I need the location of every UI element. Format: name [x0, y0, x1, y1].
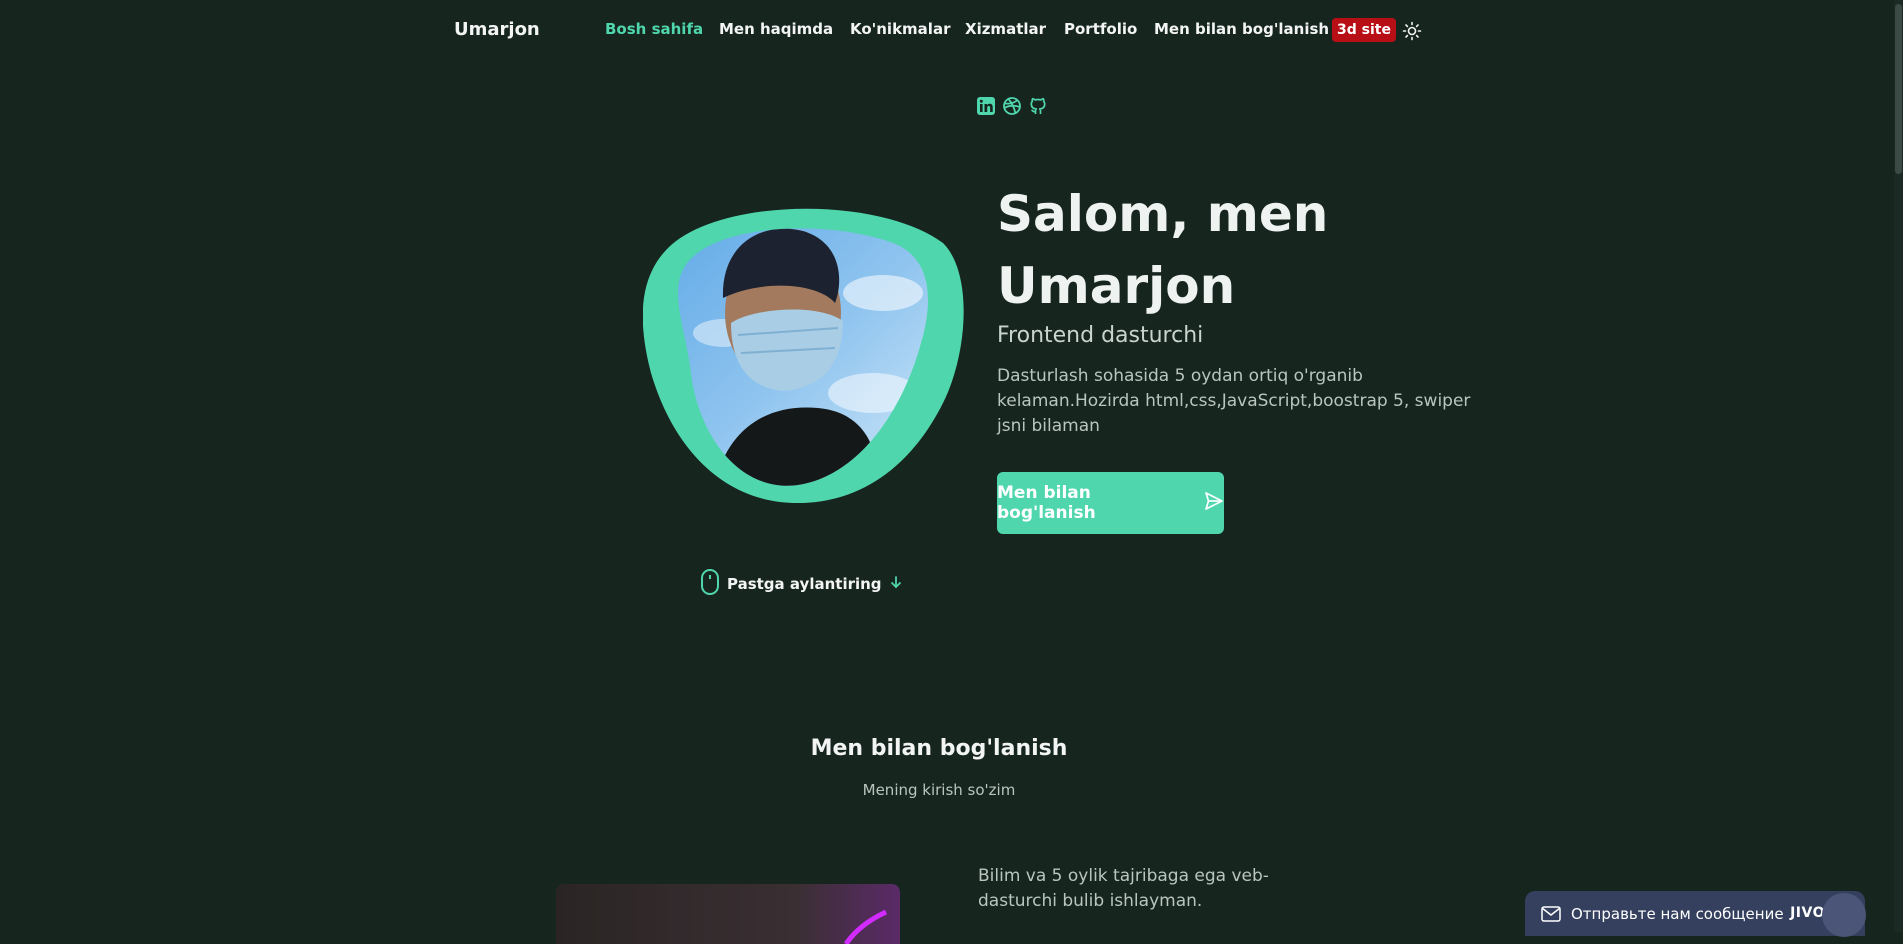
mail-icon: [1541, 905, 1561, 922]
3d-site-badge[interactable]: 3d site: [1332, 18, 1396, 42]
section-title: Men bilan bog'lanish: [810, 736, 1068, 761]
nav-item-contact[interactable]: Men bilan bog'lanish: [1154, 20, 1329, 38]
chat-avatar[interactable]: [1822, 893, 1866, 937]
page-scrollbar[interactable]: [1894, 0, 1903, 932]
arrow-down-icon: [889, 575, 903, 593]
jivo-logo: JIVO: [1790, 905, 1825, 921]
hero-subtitle: Frontend dasturchi: [997, 323, 1204, 348]
nav-item-xizmatlar[interactable]: Xizmatlar: [965, 20, 1046, 38]
contact-button[interactable]: Men bilan bog'lanish: [997, 472, 1224, 534]
site-logo[interactable]: Umarjon: [454, 19, 540, 40]
hero-description: Dasturlash sohasida 5 oydan ortiq o'rgan…: [997, 366, 1471, 436]
scroll-down-label: Pastga aylantiring: [727, 575, 882, 593]
linkedin-icon[interactable]: [976, 96, 996, 116]
social-links: [976, 96, 1048, 116]
dribbble-icon[interactable]: [1002, 96, 1022, 116]
about-image: [556, 884, 900, 944]
nav-item-men-haqimda[interactable]: Men haqimda: [719, 20, 833, 38]
navbar: Umarjon Bosh sahifa Men haqimda Ko'nikma…: [0, 0, 1903, 62]
mouse-icon: [700, 568, 720, 600]
nav-item-portfolio[interactable]: Portfolio: [1064, 20, 1137, 38]
github-icon[interactable]: [1028, 96, 1048, 116]
send-icon: [1204, 491, 1224, 516]
sun-icon[interactable]: [1402, 21, 1422, 41]
contact-button-label: Men bilan bog'lanish: [997, 483, 1096, 523]
nav-item-konikmalar[interactable]: Ko'nikmalar: [850, 20, 950, 38]
about-text: Bilim va 5 oylik tajribaga ega veb-dastu…: [978, 866, 1269, 911]
chat-label: Отправьте нам сообщение: [1571, 904, 1784, 923]
chat-widget[interactable]: Отправьте нам сообщение JIVO: [1525, 891, 1865, 936]
section-subtitle: Mening kirish so'zim: [862, 781, 1016, 799]
hero-title: Salom, men Umarjon: [997, 185, 1329, 315]
scrollbar-thumb[interactable]: [1895, 4, 1902, 174]
profile-avatar: [642, 203, 969, 504]
scroll-down-link[interactable]: Pastga aylantiring: [700, 568, 903, 600]
nav-item-bosh-sahifa[interactable]: Bosh sahifa: [605, 20, 703, 38]
